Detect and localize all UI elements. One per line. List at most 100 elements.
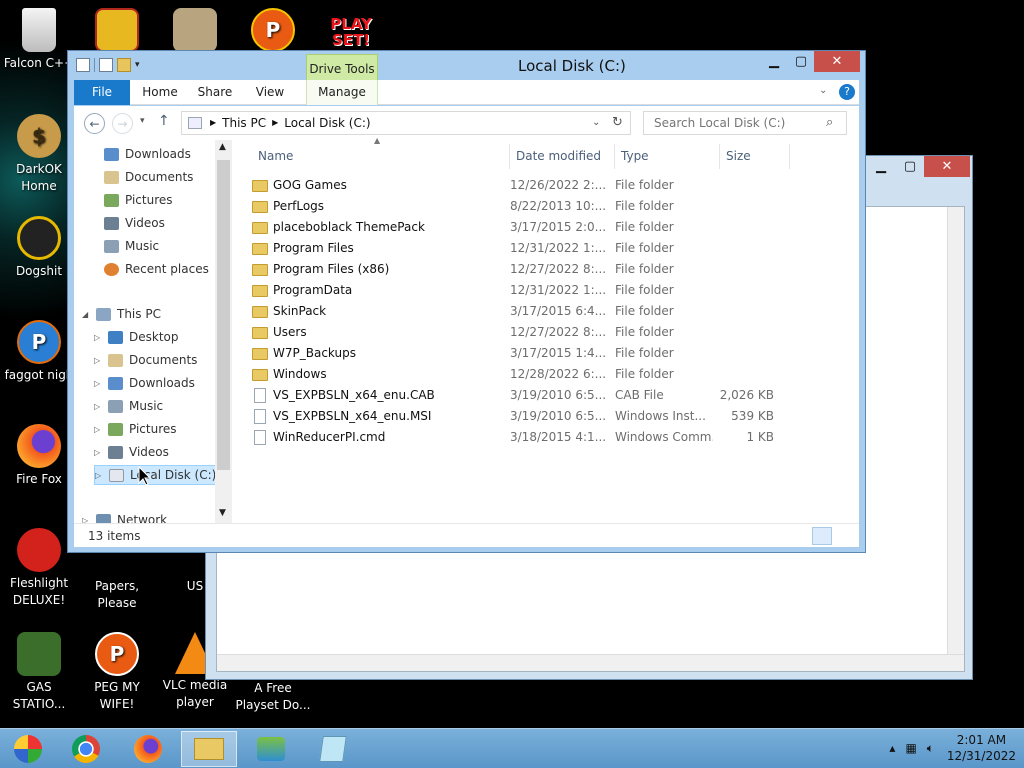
nav-desktop[interactable]: ▷ Desktop [94, 327, 179, 347]
title-bar[interactable]: ▾ Drive Tools Local Disk (C:) ▁ ▢ ✕ [68, 51, 865, 83]
table-row[interactable]: Windows 12/28/2022 6:... File folder [252, 364, 792, 385]
navigation-scrollbar[interactable]: ▲ ▼ [215, 140, 232, 523]
table-row[interactable]: Program Files 12/31/2022 1:... File folder [252, 238, 792, 259]
vertical-scrollbar[interactable] [947, 207, 964, 654]
table-row[interactable]: VS_EXPBSLN_x64_enu.MSI 3/19/2010 6:5... Wi… [252, 406, 792, 427]
ribbon-expand-icon[interactable]: ⌄ [819, 85, 827, 96]
expand-arrow-icon[interactable]: ▷ [94, 425, 102, 434]
nav-documents[interactable]: Documents [104, 167, 193, 187]
search-icon[interactable]: ⌕ [826, 115, 833, 130]
nav-pictures[interactable]: Pictures [104, 190, 173, 210]
column-header-date[interactable]: Date modified [510, 144, 615, 169]
file-list[interactable]: ▲ Name Date modified Type Size GOG Games… [234, 136, 859, 523]
address-bar[interactable]: ▶ This PC ▶ Local Disk (C:) ⌄ ↻ [181, 111, 631, 135]
navigation-pane[interactable]: Downloads Documents Pictures Videos Musi… [74, 140, 232, 523]
customize-toolbar-icon[interactable]: ▾ [135, 60, 140, 70]
new-folder-icon[interactable] [117, 58, 131, 72]
expand-arrow-icon[interactable]: ▷ [94, 448, 102, 457]
downloads-icon [108, 376, 123, 390]
breadcrumb-this-pc[interactable]: This PC [222, 116, 266, 130]
table-row[interactable]: ProgramData 12/31/2022 1:... File folder [252, 280, 792, 301]
table-row[interactable]: Users 12/27/2022 8:... File folder [252, 322, 792, 343]
up-arrow-icon[interactable]: ↑ [158, 113, 170, 129]
desktop-icon-gas-station[interactable]: GAS STATIO... [0, 632, 78, 713]
table-row[interactable]: Program Files (x86) 12/27/2022 8:... File … [252, 259, 792, 280]
large-icons-view-button[interactable] [834, 527, 854, 545]
desktop-icon-free-playset[interactable]: A Free Playset Do... [234, 680, 312, 714]
table-row[interactable]: WinReducerPI.cmd 3/18/2015 4:1... Windows … [252, 427, 792, 448]
nav-videos[interactable]: Videos [104, 213, 165, 233]
taskbar-chrome[interactable] [58, 731, 114, 767]
clock[interactable]: 2:01 AM 12/31/2022 [947, 732, 1016, 764]
tab-share[interactable]: Share [190, 80, 240, 105]
system-menu-icon[interactable] [76, 58, 90, 72]
tab-file[interactable]: File [74, 80, 130, 105]
breadcrumb-local-disk[interactable]: Local Disk (C:) [284, 116, 370, 130]
nav-network[interactable]: ▷ Network [82, 510, 167, 523]
maximize-button[interactable]: ▢ [896, 156, 924, 177]
nav-downloads[interactable]: Downloads [104, 144, 191, 164]
expand-arrow-icon[interactable]: ▷ [94, 356, 102, 365]
properties-icon[interactable] [99, 58, 113, 72]
nav-pc-videos[interactable]: ▷ Videos [94, 442, 169, 462]
scroll-up-icon[interactable]: ▲ [219, 142, 226, 152]
help-icon[interactable]: ? [839, 84, 855, 100]
taskbar-firefox[interactable] [120, 731, 176, 767]
expand-arrow-icon[interactable]: ▷ [95, 471, 103, 480]
start-button[interactable] [0, 731, 56, 767]
nav-pc-pictures[interactable]: ▷ Pictures [94, 419, 177, 439]
column-header-type[interactable]: Type [615, 144, 720, 169]
network-icon[interactable]: ▦ [905, 741, 916, 756]
maximize-button[interactable]: ▢ [788, 51, 814, 72]
expand-arrow-icon[interactable]: ▷ [94, 379, 102, 388]
nav-music[interactable]: Music [104, 236, 159, 256]
address-dropdown-icon[interactable]: ⌄ [592, 117, 600, 128]
tab-home[interactable]: Home [136, 80, 184, 105]
taskbar-control-panel[interactable] [243, 731, 299, 767]
desktop-icon-peg[interactable]: P [234, 8, 312, 55]
explorer-window[interactable]: ▾ Drive Tools Local Disk (C:) ▁ ▢ ✕ File… [67, 50, 866, 553]
nav-pc-music[interactable]: ▷ Music [94, 396, 163, 416]
volume-icon[interactable]: 🔈︎ [927, 741, 934, 756]
desktop-icon-mahjong[interactable] [78, 8, 156, 55]
column-header-size[interactable]: Size [720, 144, 790, 169]
table-row[interactable]: VS_EXPBSLN_x64_enu.CAB 3/19/2010 6:5... CA… [252, 385, 792, 406]
back-button[interactable]: ← [84, 113, 105, 134]
collapse-arrow-icon[interactable]: ◢ [82, 310, 90, 319]
desktop-icon-angry-birds[interactable] [156, 8, 234, 55]
minimize-button[interactable]: ▁ [760, 51, 788, 72]
table-row[interactable]: W7P_Backups 3/17/2015 1:4... File folder [252, 343, 792, 364]
forward-button[interactable]: → [112, 113, 133, 134]
refresh-icon[interactable]: ↻ [612, 115, 623, 130]
scroll-down-icon[interactable]: ▼ [219, 508, 226, 518]
column-header-name[interactable]: Name [252, 144, 510, 169]
details-view-button[interactable] [812, 527, 832, 545]
recent-locations-icon[interactable]: ▾ [140, 116, 145, 126]
show-hidden-icons-icon[interactable]: ▴ [889, 741, 895, 756]
nav-local-disk[interactable]: ▷ Local Disk (C:) [94, 465, 224, 485]
table-row[interactable]: SkinPack 3/17/2015 6:4... File folder [252, 301, 792, 322]
tab-view[interactable]: View [248, 80, 292, 105]
desktop-icon-peg-my-wife[interactable]: P PEG MY WIFE! [78, 632, 156, 713]
nav-recent-places[interactable]: Recent places [104, 259, 209, 279]
nav-pc-documents[interactable]: ▷ Documents [94, 350, 197, 370]
horizontal-scrollbar[interactable] [217, 654, 964, 671]
expand-arrow-icon[interactable]: ▷ [94, 402, 102, 411]
search-input[interactable] [643, 111, 847, 135]
close-button[interactable]: ✕ [924, 156, 970, 177]
expand-arrow-icon[interactable]: ▷ [82, 516, 90, 524]
desktop-icon-papers-please[interactable]: Papers, Please [78, 578, 156, 612]
table-row[interactable]: GOG Games 12/26/2022 2:... File folder [252, 175, 792, 196]
minimize-button[interactable]: ▁ [866, 156, 896, 177]
nav-pc-downloads[interactable]: ▷ Downloads [94, 373, 195, 393]
tab-manage[interactable]: Manage [306, 80, 378, 105]
nav-this-pc[interactable]: ◢ This PC [82, 304, 161, 324]
file-size [718, 217, 774, 238]
close-button[interactable]: ✕ [814, 51, 860, 72]
scrollbar-thumb[interactable] [217, 160, 230, 470]
taskbar-notepad[interactable] [305, 731, 361, 767]
table-row[interactable]: PerfLogs 8/22/2013 10:... File folder [252, 196, 792, 217]
taskbar-explorer[interactable] [181, 731, 237, 767]
table-row[interactable]: placeboblack ThemePack 3/17/2015 2:0... Fi… [252, 217, 792, 238]
expand-arrow-icon[interactable]: ▷ [94, 333, 102, 342]
